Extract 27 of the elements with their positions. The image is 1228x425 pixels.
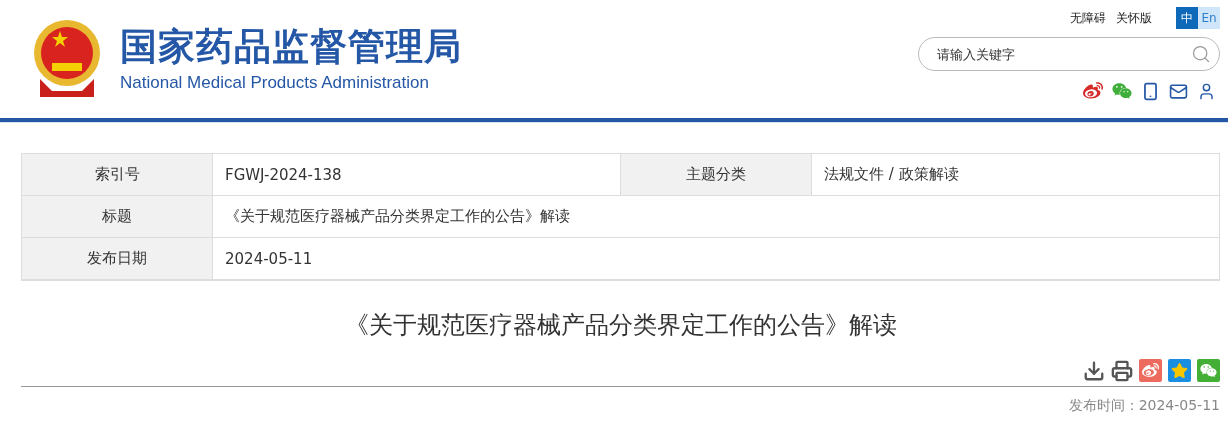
field-label: 标题 bbox=[22, 196, 213, 238]
user-icon[interactable] bbox=[1197, 81, 1216, 101]
search-field[interactable]: 请输入关键字 bbox=[918, 37, 1220, 71]
wechat-share-icon[interactable] bbox=[1197, 359, 1220, 382]
phone-icon[interactable] bbox=[1141, 81, 1160, 101]
top-link[interactable]: 无障碍 bbox=[1070, 9, 1106, 27]
weibo-icon[interactable] bbox=[1083, 81, 1103, 101]
site-title: 国家药品监督管理局 bbox=[120, 25, 462, 69]
field-label: 发布日期 bbox=[22, 238, 213, 280]
site-subtitle: National Medical Products Administration bbox=[120, 73, 430, 93]
field-label: 主题分类 bbox=[621, 154, 812, 196]
field-value: FGWJ-2024-138 bbox=[213, 154, 621, 196]
download-icon[interactable] bbox=[1083, 359, 1105, 382]
article-title: 《关于规范医疗器械产品分类界定工作的公告》解读 bbox=[343, 310, 898, 341]
top-link[interactable]: 关怀版 bbox=[1116, 9, 1152, 27]
field-label: 索引号 bbox=[22, 154, 213, 196]
language-tab[interactable]: 中 bbox=[1176, 7, 1198, 29]
wechat-icon[interactable] bbox=[1112, 81, 1132, 101]
field-value: 法规文件 / 政策解读 bbox=[812, 154, 1219, 196]
field-value: 2024-05-11 bbox=[213, 238, 1219, 280]
field-value: 《关于规范医疗器械产品分类界定工作的公告》解读 bbox=[213, 196, 1219, 238]
mail-icon[interactable] bbox=[1169, 81, 1188, 101]
weibo-share-icon[interactable] bbox=[1139, 359, 1162, 382]
star-share-icon[interactable] bbox=[1168, 359, 1191, 382]
search-icon[interactable] bbox=[1191, 44, 1211, 64]
print-icon[interactable] bbox=[1111, 359, 1133, 382]
publish-date: 发布时间：2024-05-11 bbox=[1067, 397, 1220, 415]
